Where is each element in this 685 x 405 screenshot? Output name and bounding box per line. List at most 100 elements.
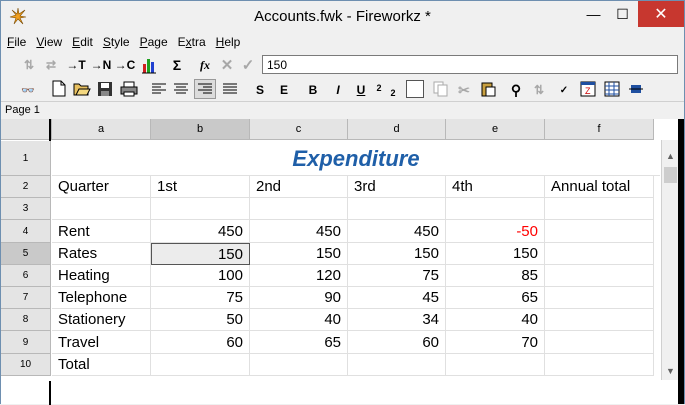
- row-header-3[interactable]: 3: [1, 198, 51, 220]
- row-header-5[interactable]: 5: [1, 243, 51, 265]
- cut-icon[interactable]: ✂: [457, 81, 471, 99]
- header-cell-d[interactable]: 3rd: [348, 176, 446, 198]
- value-cell-f5[interactable]: [545, 243, 654, 265]
- value-cell-c4[interactable]: 450: [250, 220, 348, 243]
- accept-icon[interactable]: ✓: [241, 56, 255, 74]
- value-cell-d4[interactable]: 450: [348, 220, 446, 243]
- header-cell-b[interactable]: 1st: [151, 176, 250, 198]
- value-cell-e5[interactable]: 150: [446, 243, 545, 265]
- value-cell-d10[interactable]: [348, 354, 446, 376]
- sort-icon[interactable]: ⇅: [532, 81, 546, 99]
- value-cell-c5[interactable]: 150: [250, 243, 348, 265]
- search-icon[interactable]: ⚲: [508, 81, 524, 99]
- column-header-a[interactable]: a: [52, 119, 151, 140]
- copy-icon[interactable]: [433, 81, 449, 97]
- value-cell-f9[interactable]: [545, 331, 654, 354]
- menu-edit[interactable]: Edit: [72, 35, 93, 49]
- value-cell-f4[interactable]: [545, 220, 654, 243]
- spell-check-icon[interactable]: ✓: [556, 81, 572, 99]
- cancel-icon[interactable]: ✕: [220, 56, 234, 74]
- header-cell-f[interactable]: Annual total: [545, 176, 654, 198]
- value-cell-b7[interactable]: 75: [151, 287, 250, 309]
- menu-style[interactable]: Style: [103, 35, 130, 49]
- view-icon[interactable]: 👓: [19, 81, 37, 99]
- header-cell-e[interactable]: 4th: [446, 176, 545, 198]
- subscript-button[interactable]: 2: [388, 84, 398, 102]
- align-right-icon[interactable]: [194, 79, 216, 99]
- label-cell-row-10[interactable]: Total: [52, 354, 151, 376]
- value-cell-c9[interactable]: 65: [250, 331, 348, 354]
- italic-button[interactable]: I: [332, 81, 344, 99]
- table-icon[interactable]: [604, 81, 620, 97]
- row-header-7[interactable]: 7: [1, 287, 51, 309]
- value-cell-e9[interactable]: 70: [446, 331, 545, 354]
- value-cell-d8[interactable]: 34: [348, 309, 446, 331]
- value-cell-f8[interactable]: [545, 309, 654, 331]
- style-button[interactable]: S: [254, 81, 266, 99]
- value-cell-d5[interactable]: 150: [348, 243, 446, 265]
- superscript-button[interactable]: 2: [374, 79, 384, 97]
- label-cell-row-8[interactable]: Stationery: [52, 309, 151, 331]
- align-left-icon[interactable]: [151, 82, 167, 96]
- chart-icon[interactable]: [141, 56, 157, 74]
- new-document-icon[interactable]: [52, 80, 66, 97]
- value-cell-f6[interactable]: [545, 265, 654, 287]
- formula-input[interactable]: [262, 55, 678, 74]
- value-cell-c7[interactable]: 90: [250, 287, 348, 309]
- value-cell-b10[interactable]: [151, 354, 250, 376]
- page-break-icon[interactable]: [628, 81, 644, 97]
- value-cell-e8[interactable]: 40: [446, 309, 545, 331]
- value-cell-f3[interactable]: [545, 198, 654, 220]
- column-insert-icon[interactable]: ⇄: [43, 56, 59, 74]
- value-cell-b9[interactable]: 60: [151, 331, 250, 354]
- label-cell-row-3[interactable]: [52, 198, 151, 220]
- close-button[interactable]: ✕: [638, 1, 684, 27]
- menu-page[interactable]: Page: [140, 35, 168, 49]
- zoom-icon[interactable]: Z: [580, 81, 596, 97]
- header-cell-a[interactable]: Quarter: [52, 176, 151, 198]
- column-header-b[interactable]: b: [151, 119, 250, 140]
- enter-text-button[interactable]: →T: [65, 56, 87, 74]
- value-cell-c3[interactable]: [250, 198, 348, 220]
- value-cell-f10[interactable]: [545, 354, 654, 376]
- value-cell-c10[interactable]: [250, 354, 348, 376]
- row-header-2[interactable]: 2: [1, 176, 51, 198]
- value-cell-e3[interactable]: [446, 198, 545, 220]
- value-cell-e10[interactable]: [446, 354, 545, 376]
- maximize-button[interactable]: ☐: [608, 1, 637, 27]
- value-cell-d9[interactable]: 60: [348, 331, 446, 354]
- row-header-8[interactable]: 8: [1, 309, 51, 331]
- effects-button[interactable]: E: [278, 81, 290, 99]
- print-icon[interactable]: [120, 81, 138, 97]
- save-icon[interactable]: [97, 81, 113, 97]
- value-cell-b8[interactable]: 50: [151, 309, 250, 331]
- scroll-thumb[interactable]: [664, 167, 677, 183]
- menu-view[interactable]: View: [36, 35, 62, 49]
- menu-extra[interactable]: Extra: [178, 35, 206, 49]
- row-header-9[interactable]: 9: [1, 331, 51, 354]
- bold-button[interactable]: B: [307, 81, 319, 99]
- vertical-scrollbar[interactable]: ▲ ▼: [661, 140, 678, 380]
- value-cell-b6[interactable]: 100: [151, 265, 250, 287]
- header-cell-c[interactable]: 2nd: [250, 176, 348, 198]
- label-cell-row-6[interactable]: Heating: [52, 265, 151, 287]
- label-cell-row-7[interactable]: Telephone: [52, 287, 151, 309]
- row-header-6[interactable]: 6: [1, 265, 51, 287]
- value-cell-b3[interactable]: [151, 198, 250, 220]
- sum-button[interactable]: Σ: [169, 56, 185, 74]
- value-cell-c8[interactable]: 40: [250, 309, 348, 331]
- underline-button[interactable]: U: [355, 81, 367, 99]
- column-header-d[interactable]: d: [348, 119, 446, 140]
- value-cell-e6[interactable]: 85: [446, 265, 545, 287]
- open-folder-icon[interactable]: [73, 81, 91, 96]
- value-cell-f7[interactable]: [545, 287, 654, 309]
- value-cell-c6[interactable]: 120: [250, 265, 348, 287]
- corner-header[interactable]: [1, 119, 52, 140]
- scroll-up-icon[interactable]: ▲: [662, 148, 679, 165]
- row-header-4[interactable]: 4: [1, 220, 51, 243]
- enter-number-button[interactable]: →N: [90, 56, 112, 74]
- row-insert-icon[interactable]: ⇅: [21, 56, 37, 74]
- column-header-f[interactable]: f: [545, 119, 654, 140]
- column-header-e[interactable]: e: [446, 119, 545, 140]
- minimize-button[interactable]: —: [579, 1, 608, 27]
